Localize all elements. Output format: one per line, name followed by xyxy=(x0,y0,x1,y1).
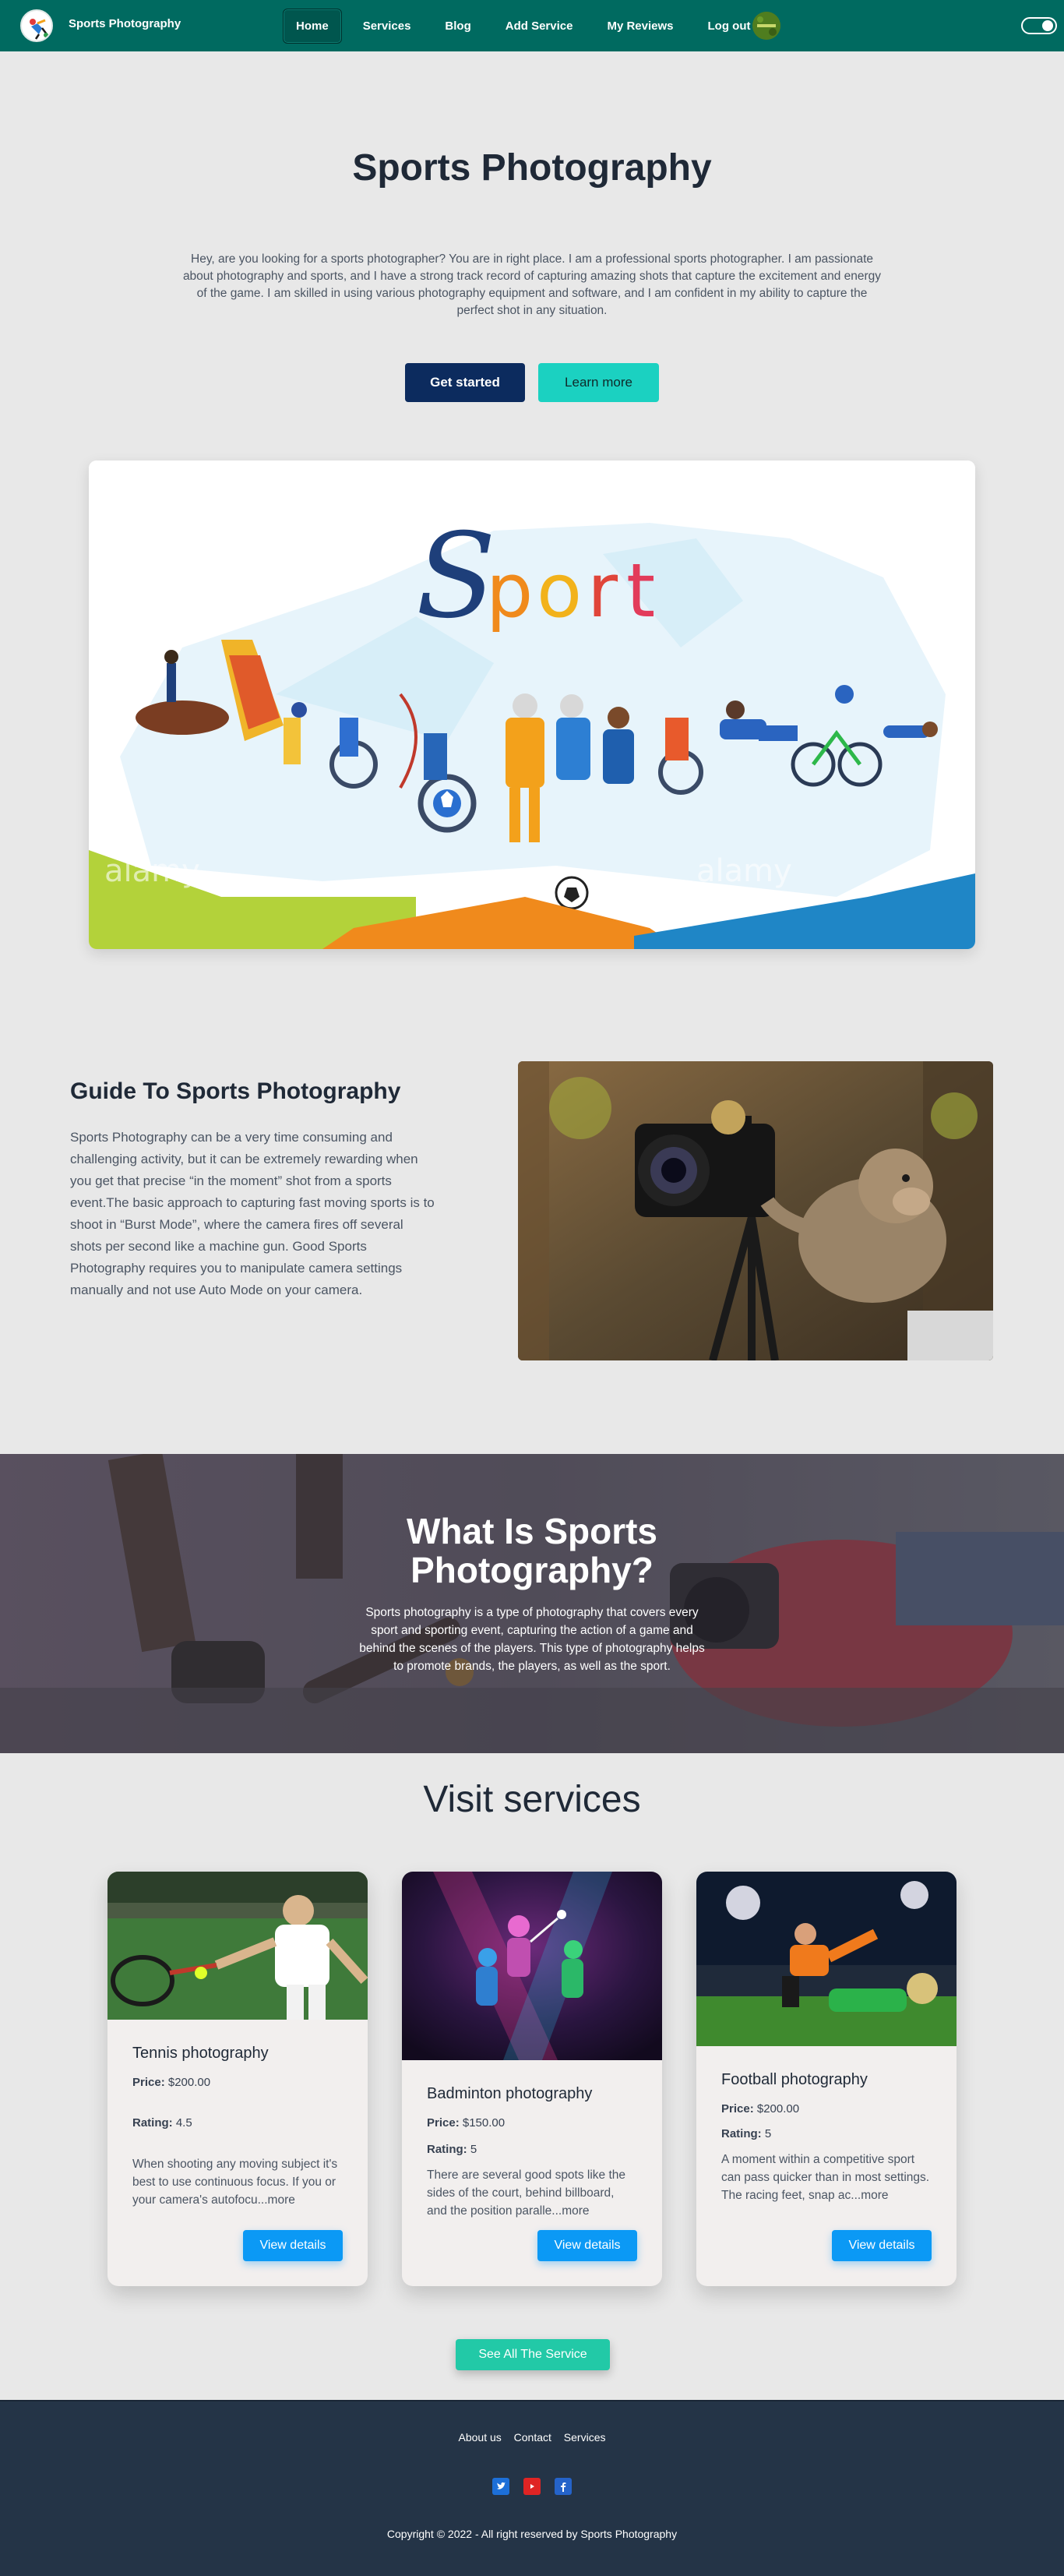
card-description: When shooting any moving subject it's be… xyxy=(132,2158,338,2207)
price-value: $200.00 xyxy=(167,2076,211,2089)
rating-value: 5 xyxy=(764,2127,772,2140)
what-is-title-line2: Photography? xyxy=(410,1550,654,1590)
navbar: Sports Photography Home Services Blog Ad… xyxy=(0,0,1064,51)
guide-description: Sports Photography can be a very time co… xyxy=(70,1130,435,1297)
footer-links: About us Contact Services xyxy=(0,2431,1064,2444)
hero-description: Hey, are you looking for a sports photog… xyxy=(182,252,882,317)
card-price: Price: $200.00 xyxy=(721,2102,799,2115)
nav-add-service[interactable]: Add Service xyxy=(492,9,587,44)
see-all-services-button[interactable]: See All The Service xyxy=(456,2339,610,2370)
what-is-description: Sports photography is a type of photogra… xyxy=(359,1606,705,1673)
view-details-button[interactable]: View details xyxy=(243,2230,343,2261)
watermark-text-2: alamy xyxy=(696,853,792,889)
sport-letter-o: o xyxy=(537,549,582,634)
rating-label: Rating: xyxy=(721,2127,762,2140)
price-value: $200.00 xyxy=(756,2102,800,2115)
nav-home[interactable]: Home xyxy=(283,8,342,44)
football-photo xyxy=(696,1872,957,2046)
card-title: Badminton photography xyxy=(427,2085,593,2102)
card-description: There are several good spots like the si… xyxy=(427,2168,626,2218)
learn-more-button[interactable]: Learn more xyxy=(538,363,659,402)
twitter-icon[interactable] xyxy=(492,2478,509,2495)
view-details-button[interactable]: View details xyxy=(832,2230,932,2261)
rating-value: 4.5 xyxy=(175,2116,192,2130)
price-label: Price: xyxy=(721,2102,754,2115)
badminton-photo xyxy=(402,1872,662,2060)
hero-sport-illustration: S p o r t alamy alamy xyxy=(89,461,975,949)
card-rating: Rating: 4.5 xyxy=(132,2116,192,2130)
card-title: Football photography xyxy=(721,2071,868,2088)
footer-link-contact[interactable]: Contact xyxy=(514,2431,551,2444)
avatar[interactable] xyxy=(752,12,780,40)
sport-letter-r: r xyxy=(587,549,618,634)
youtube-icon[interactable] xyxy=(523,2478,541,2495)
facebook-icon[interactable] xyxy=(555,2478,572,2495)
card-rating: Rating: 5 xyxy=(721,2127,771,2140)
brand-name[interactable]: Sports Photography xyxy=(69,17,181,30)
footer-link-services[interactable]: Services xyxy=(564,2431,606,2444)
hero-title: Sports Photography xyxy=(352,147,712,189)
theme-toggle[interactable] xyxy=(1021,17,1057,34)
price-label: Price: xyxy=(427,2116,460,2130)
nav-blog[interactable]: Blog xyxy=(432,9,484,44)
tennis-photo xyxy=(107,1872,368,2020)
service-card-badminton: Badminton photography Price: $150.00 Rat… xyxy=(402,1872,662,2286)
monkey-camera-photo xyxy=(518,1061,993,1360)
rating-value: 5 xyxy=(470,2143,477,2156)
service-card-football: Football photography Price: $200.00 Rati… xyxy=(696,1872,957,2286)
service-card-tennis: Tennis photography Price: $200.00 Rating… xyxy=(107,1872,368,2286)
nav-my-reviews[interactable]: My Reviews xyxy=(594,9,686,44)
what-is-title-line1: What Is Sports xyxy=(406,1511,658,1551)
sport-letter-p: p xyxy=(486,549,533,634)
brand-logo[interactable] xyxy=(20,9,53,42)
rating-label: Rating: xyxy=(427,2143,467,2156)
card-description: A moment within a competitive sport can … xyxy=(721,2153,930,2202)
view-details-button[interactable]: View details xyxy=(537,2230,637,2261)
toggle-knob xyxy=(1042,20,1053,31)
get-started-button[interactable]: Get started xyxy=(405,363,525,402)
guide-title: Guide To Sports Photography xyxy=(70,1078,401,1104)
footer-link-about[interactable]: About us xyxy=(459,2431,502,2444)
what-is-title: What Is Sports Photography? xyxy=(0,1512,1064,1590)
watermark-text: alamy xyxy=(104,853,200,889)
nav-services[interactable]: Services xyxy=(350,9,425,44)
price-label: Price: xyxy=(132,2076,165,2089)
services-title: Visit services xyxy=(423,1779,641,1820)
card-rating: Rating: 5 xyxy=(427,2143,477,2156)
sport-letter-t: t xyxy=(626,549,655,634)
copyright: Copyright © 2022 - All right reserved by… xyxy=(386,2528,678,2540)
rating-label: Rating: xyxy=(132,2116,173,2130)
sport-letter-s: S xyxy=(416,509,496,644)
price-value: $150.00 xyxy=(462,2116,506,2130)
card-price: Price: $200.00 xyxy=(132,2076,210,2089)
card-title: Tennis photography xyxy=(132,2045,269,2062)
nav-links: Home Services Blog Add Service My Review… xyxy=(283,6,772,45)
card-price: Price: $150.00 xyxy=(427,2116,505,2130)
